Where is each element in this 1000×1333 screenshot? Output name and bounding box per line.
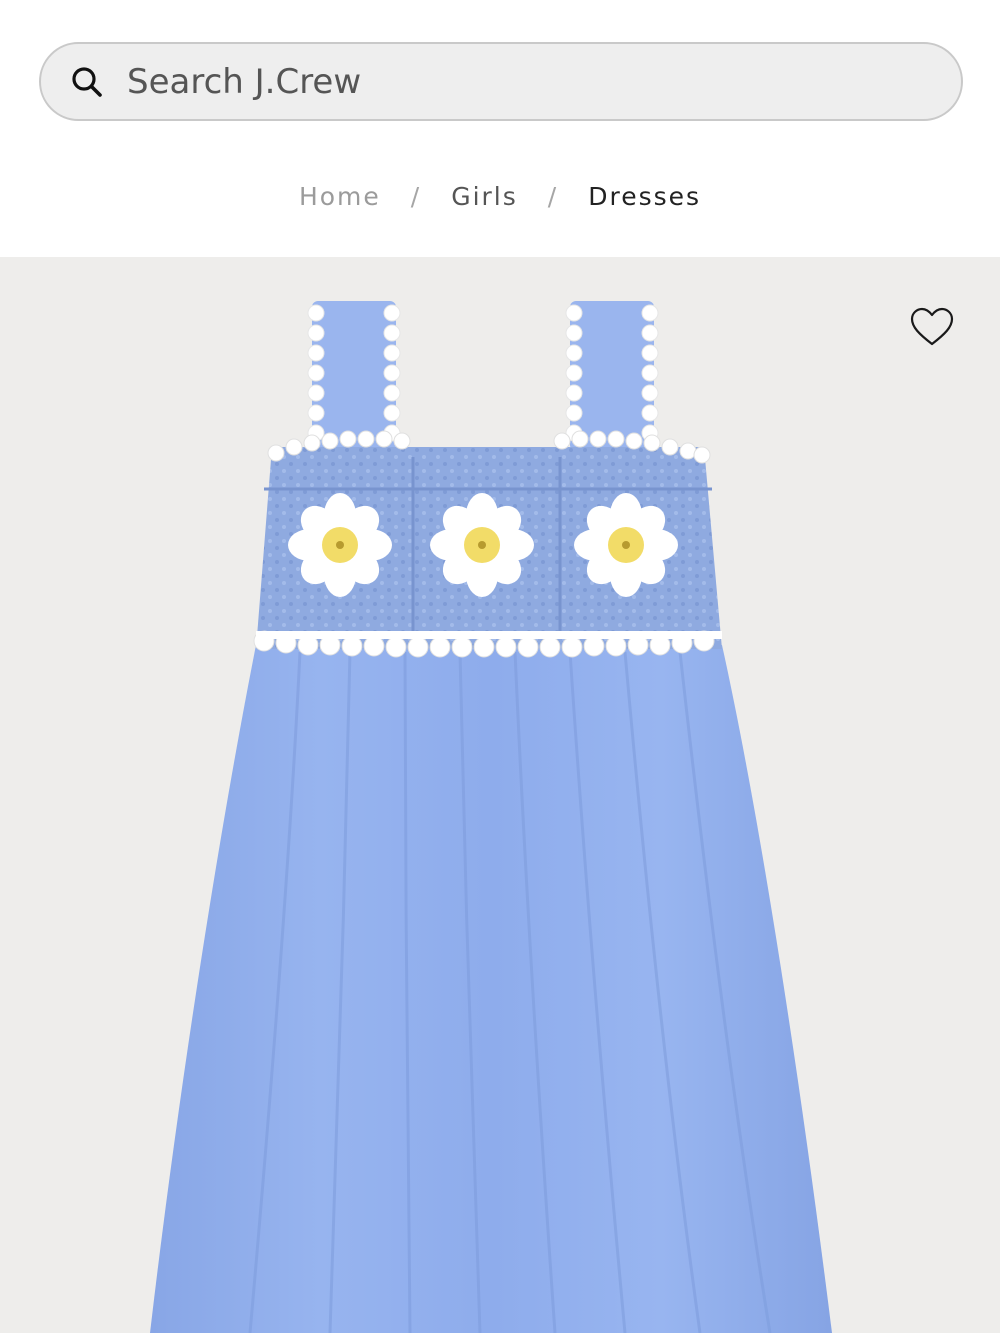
breadcrumb: Home / Girls / Dresses bbox=[0, 176, 1000, 216]
product-image-container bbox=[0, 257, 1000, 1333]
search-bar[interactable] bbox=[39, 42, 963, 121]
search-input[interactable] bbox=[127, 61, 887, 102]
heart-outline-icon bbox=[910, 307, 954, 346]
breadcrumb-girls-link[interactable]: Girls bbox=[451, 182, 518, 211]
search-icon[interactable] bbox=[69, 64, 105, 100]
wishlist-button[interactable] bbox=[904, 301, 960, 353]
daisy-motif bbox=[288, 493, 678, 597]
breadcrumb-home-link[interactable]: Home bbox=[299, 182, 381, 211]
product-page: Home / Girls / Dresses bbox=[0, 0, 1000, 1333]
product-image[interactable] bbox=[0, 257, 1000, 1333]
breadcrumb-separator: / bbox=[547, 181, 559, 211]
breadcrumb-current-page: Dresses bbox=[588, 181, 702, 211]
breadcrumb-separator: / bbox=[410, 181, 422, 211]
